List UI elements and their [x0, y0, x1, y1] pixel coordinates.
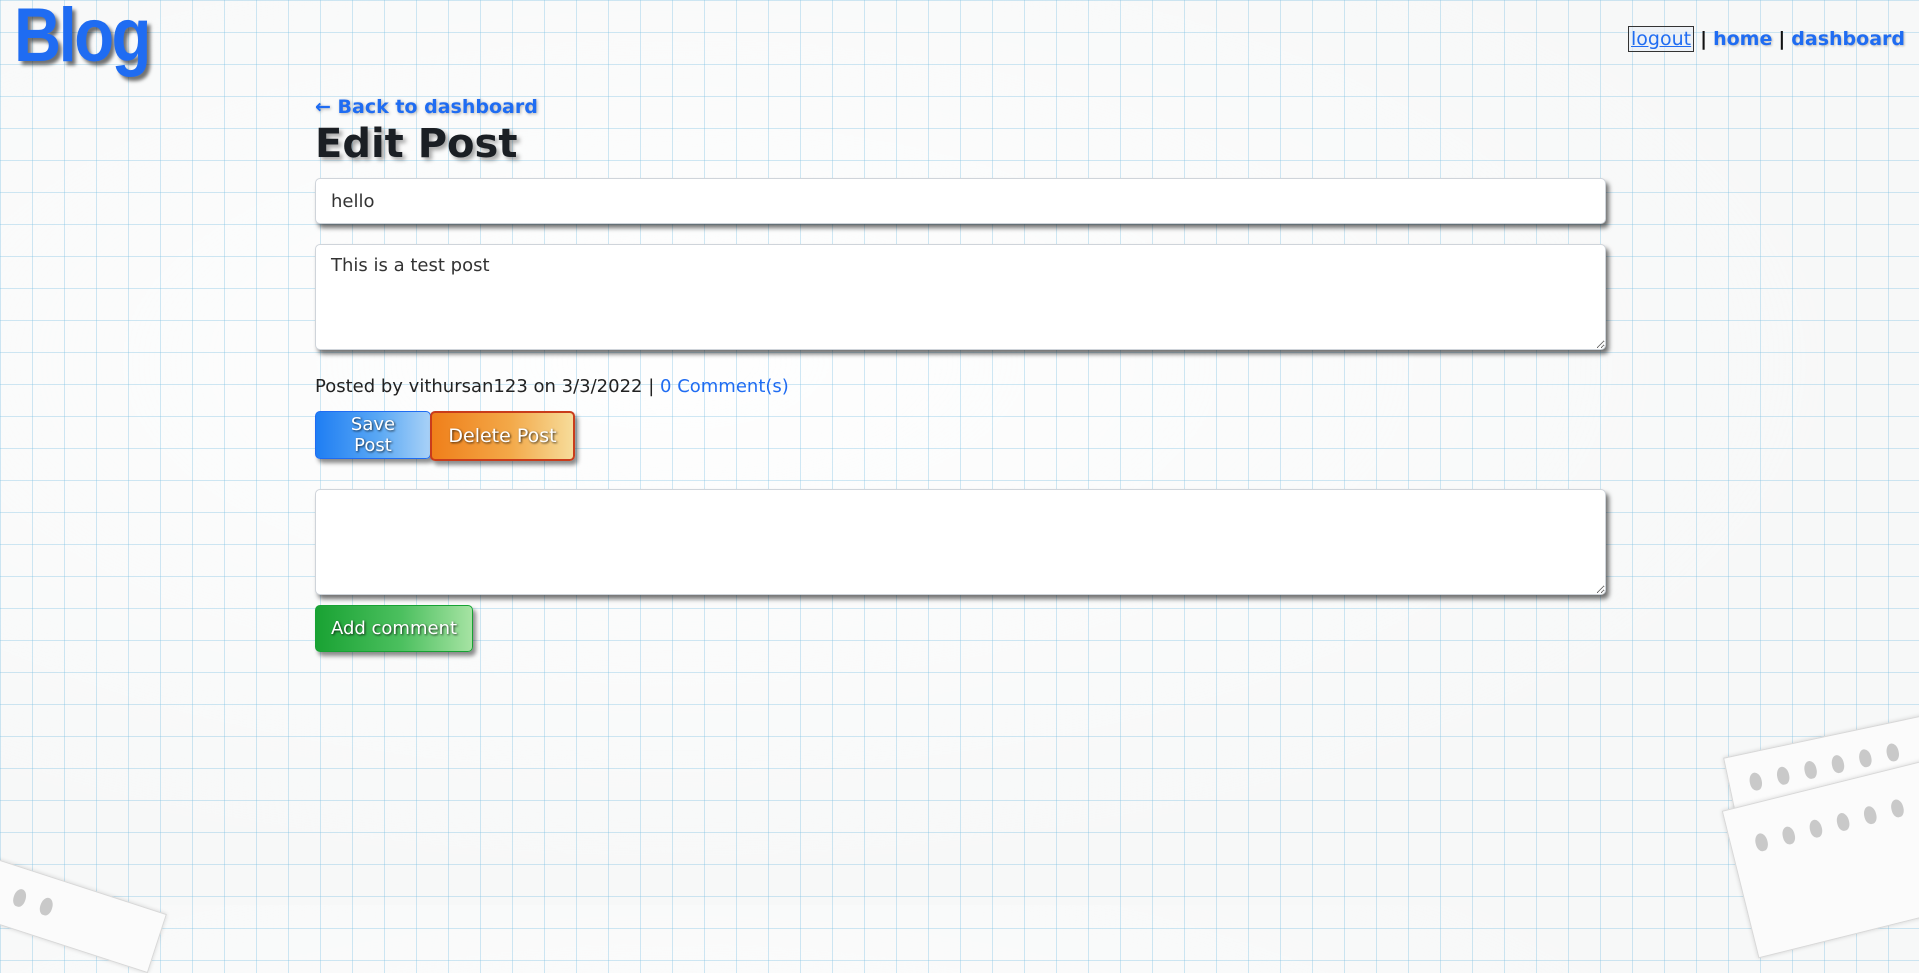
- back-to-dashboard-link[interactable]: ← Back to dashboard: [315, 96, 538, 118]
- paper-scrap-decoration: [0, 854, 167, 973]
- edit-post-container: ← Back to dashboard Edit Post This is a …: [315, 96, 1606, 652]
- comments-count-link[interactable]: 0 Comment(s): [660, 376, 789, 397]
- nav-separator: |: [1778, 28, 1786, 50]
- dashboard-link[interactable]: dashboard: [1791, 28, 1905, 50]
- save-post-button[interactable]: Save Post: [315, 411, 431, 459]
- post-actions: Save Post Delete Post: [315, 411, 1606, 461]
- delete-post-button[interactable]: Delete Post: [430, 411, 575, 461]
- post-meta: Posted by vithursan123 on 3/3/2022 | 0 C…: [315, 376, 1606, 397]
- nav-separator: |: [1700, 28, 1708, 50]
- post-body-textarea[interactable]: This is a test post: [315, 244, 1606, 350]
- blog-logo: Blog: [14, 0, 151, 78]
- comment-textarea[interactable]: [315, 489, 1606, 595]
- page-title: Edit Post: [315, 121, 518, 167]
- logout-link[interactable]: logout: [1628, 26, 1695, 52]
- add-comment-button[interactable]: Add comment: [315, 605, 473, 652]
- post-meta-text: Posted by vithursan123 on 3/3/2022 |: [315, 376, 655, 397]
- home-link[interactable]: home: [1713, 28, 1772, 50]
- post-title-input[interactable]: [315, 178, 1606, 224]
- top-nav: logout | home | dashboard: [1628, 26, 1905, 52]
